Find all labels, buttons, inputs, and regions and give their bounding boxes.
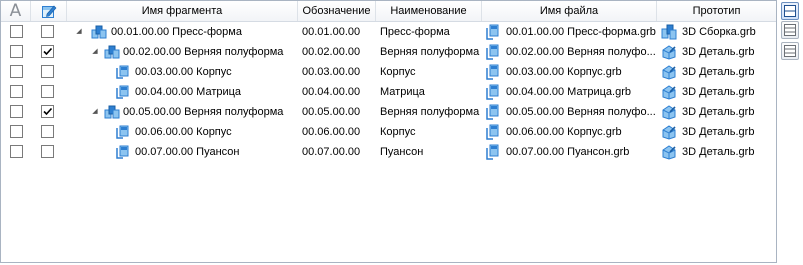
edit-checkbox[interactable] [41,145,54,158]
designation: 00.06.00.00 [302,126,361,138]
prototype-part-icon [661,84,677,100]
column-header-file[interactable]: Имя файла [482,1,657,21]
visibility-checkbox[interactable] [10,65,23,78]
fragment-name: 00.05.00.00 Верняя полуформа [123,106,284,118]
edit-checkbox[interactable] [41,125,54,138]
column-header-prototype[interactable]: Прототип [657,1,776,21]
expand-toggle-icon[interactable]: ◢ [90,102,100,122]
item-name: Верняя полуформа [380,106,480,118]
file-name: 00.02.00.00 Верняя полуфо... [506,46,656,58]
prototype-name: 3D Деталь.grb [682,126,755,138]
fragment-name: 00.04.00.00 Матрица [135,86,242,98]
designation: 00.03.00.00 [302,66,361,78]
item-name: Пресс-форма [380,26,450,38]
table-row[interactable]: ◢ 00.05.00.00 Верняя полуформа 00.05.00.00… [1,102,776,122]
item-name: Матрица [380,86,425,98]
file-name: 00.06.00.00 Корпус.grb [506,126,622,138]
prototype-name: 3D Деталь.grb [682,86,755,98]
file-name: 00.07.00.00 Пуансон.grb [506,146,630,158]
table-header: A Имя фрагмента Обозначение Наименование… [1,1,776,22]
designation: 00.02.00.00 [302,46,361,58]
view-mode-two-button[interactable] [781,21,799,39]
table-row[interactable]: ◢ 00.01.00.00 Пресс-форма 00.01.00.00 Пресс… [1,22,776,42]
view-mode-three-button[interactable] [781,42,799,60]
part-icon [116,124,132,140]
visibility-checkbox[interactable] [10,45,23,58]
assembly-icon [104,44,120,60]
edit-checkbox[interactable] [41,105,54,118]
designation: 00.07.00.00 [302,146,361,158]
prototype-part-icon [661,104,677,120]
file-icon [486,144,502,160]
edit-checkbox[interactable] [41,25,54,38]
item-name: Пуансон [380,146,424,158]
prototype-name: 3D Деталь.grb [682,146,755,158]
column-header-name[interactable]: Наименование [376,1,482,21]
single-pane-icon [784,5,796,17]
prototype-part-icon [661,44,677,60]
part-icon [116,84,132,100]
prototype-name: 3D Деталь.grb [682,66,755,78]
fragments-table: A Имя фрагмента Обозначение Наименование… [0,0,777,263]
table-row[interactable]: 00.04.00.00 Матрица 00.04.00.00 Матрица 00.… [1,82,776,102]
edit-checkbox[interactable] [41,85,54,98]
item-name: Корпус [380,126,416,138]
expand-toggle-icon[interactable]: ◢ [74,22,84,42]
file-name: 00.05.00.00 Верняя полуфо... [506,106,656,118]
visibility-checkbox[interactable] [10,125,23,138]
prototype-name: 3D Деталь.grb [682,46,755,58]
file-name: 00.03.00.00 Корпус.grb [506,66,622,78]
file-icon [486,24,502,40]
item-name: Верняя полуформа [380,46,480,58]
file-icon [486,84,502,100]
expand-toggle-icon[interactable]: ◢ [90,42,100,62]
table-row[interactable]: 00.03.00.00 Корпус 00.03.00.00 Корпус 00.03… [1,62,776,82]
visibility-checkbox[interactable] [10,25,23,38]
fragment-name: 00.01.00.00 Пресс-форма [111,26,242,38]
visibility-checkbox[interactable] [10,85,23,98]
prototype-part-icon [661,64,677,80]
part-icon [116,64,132,80]
designation: 00.01.00.00 [302,26,361,38]
fragment-name: 00.07.00.00 Пуансон [135,146,240,158]
prototype-part-icon [661,144,677,160]
visibility-checkbox[interactable] [10,105,23,118]
file-icon [486,64,502,80]
multi-pane-icon [784,45,796,57]
column-header-designation[interactable]: Обозначение [298,1,376,21]
edit-checkbox[interactable] [41,45,54,58]
prototype-name: 3D Сборка.grb [682,26,756,38]
column-header-fragment[interactable]: Имя фрагмента [67,1,298,21]
prototype-part-icon [661,124,677,140]
assembly-icon [91,24,107,40]
column-header-edit[interactable] [31,1,67,21]
split-pane-icon [784,24,796,36]
fragment-name: 00.06.00.00 Корпус [135,126,232,138]
prototype-assembly-icon [661,24,677,40]
item-name: Корпус [380,66,416,78]
file-name: 00.04.00.00 Матрица.grb [506,86,632,98]
edit-document-icon [42,5,57,18]
table-row[interactable]: 00.07.00.00 Пуансон 00.07.00.00 Пуансон 00.… [1,142,776,162]
column-header-a[interactable]: A [1,1,31,21]
view-mode-one-button[interactable] [781,2,799,20]
visibility-checkbox[interactable] [10,145,23,158]
table-row[interactable]: ◢ 00.02.00.00 Верняя полуформа 00.02.00.00… [1,42,776,62]
designation: 00.04.00.00 [302,86,361,98]
file-icon [486,104,502,120]
prototype-name: 3D Деталь.grb [682,106,755,118]
designation: 00.05.00.00 [302,106,361,118]
assembly-icon [104,104,120,120]
fragment-name: 00.02.00.00 Верняя полуформа [123,46,284,58]
table-row[interactable]: 00.06.00.00 Корпус 00.06.00.00 Корпус 00.06… [1,122,776,142]
edit-checkbox[interactable] [41,65,54,78]
file-name: 00.01.00.00 Пресс-форма.grb [506,26,656,38]
part-icon [116,144,132,160]
file-icon [486,124,502,140]
file-icon [486,44,502,60]
fragment-name: 00.03.00.00 Корпус [135,66,232,78]
